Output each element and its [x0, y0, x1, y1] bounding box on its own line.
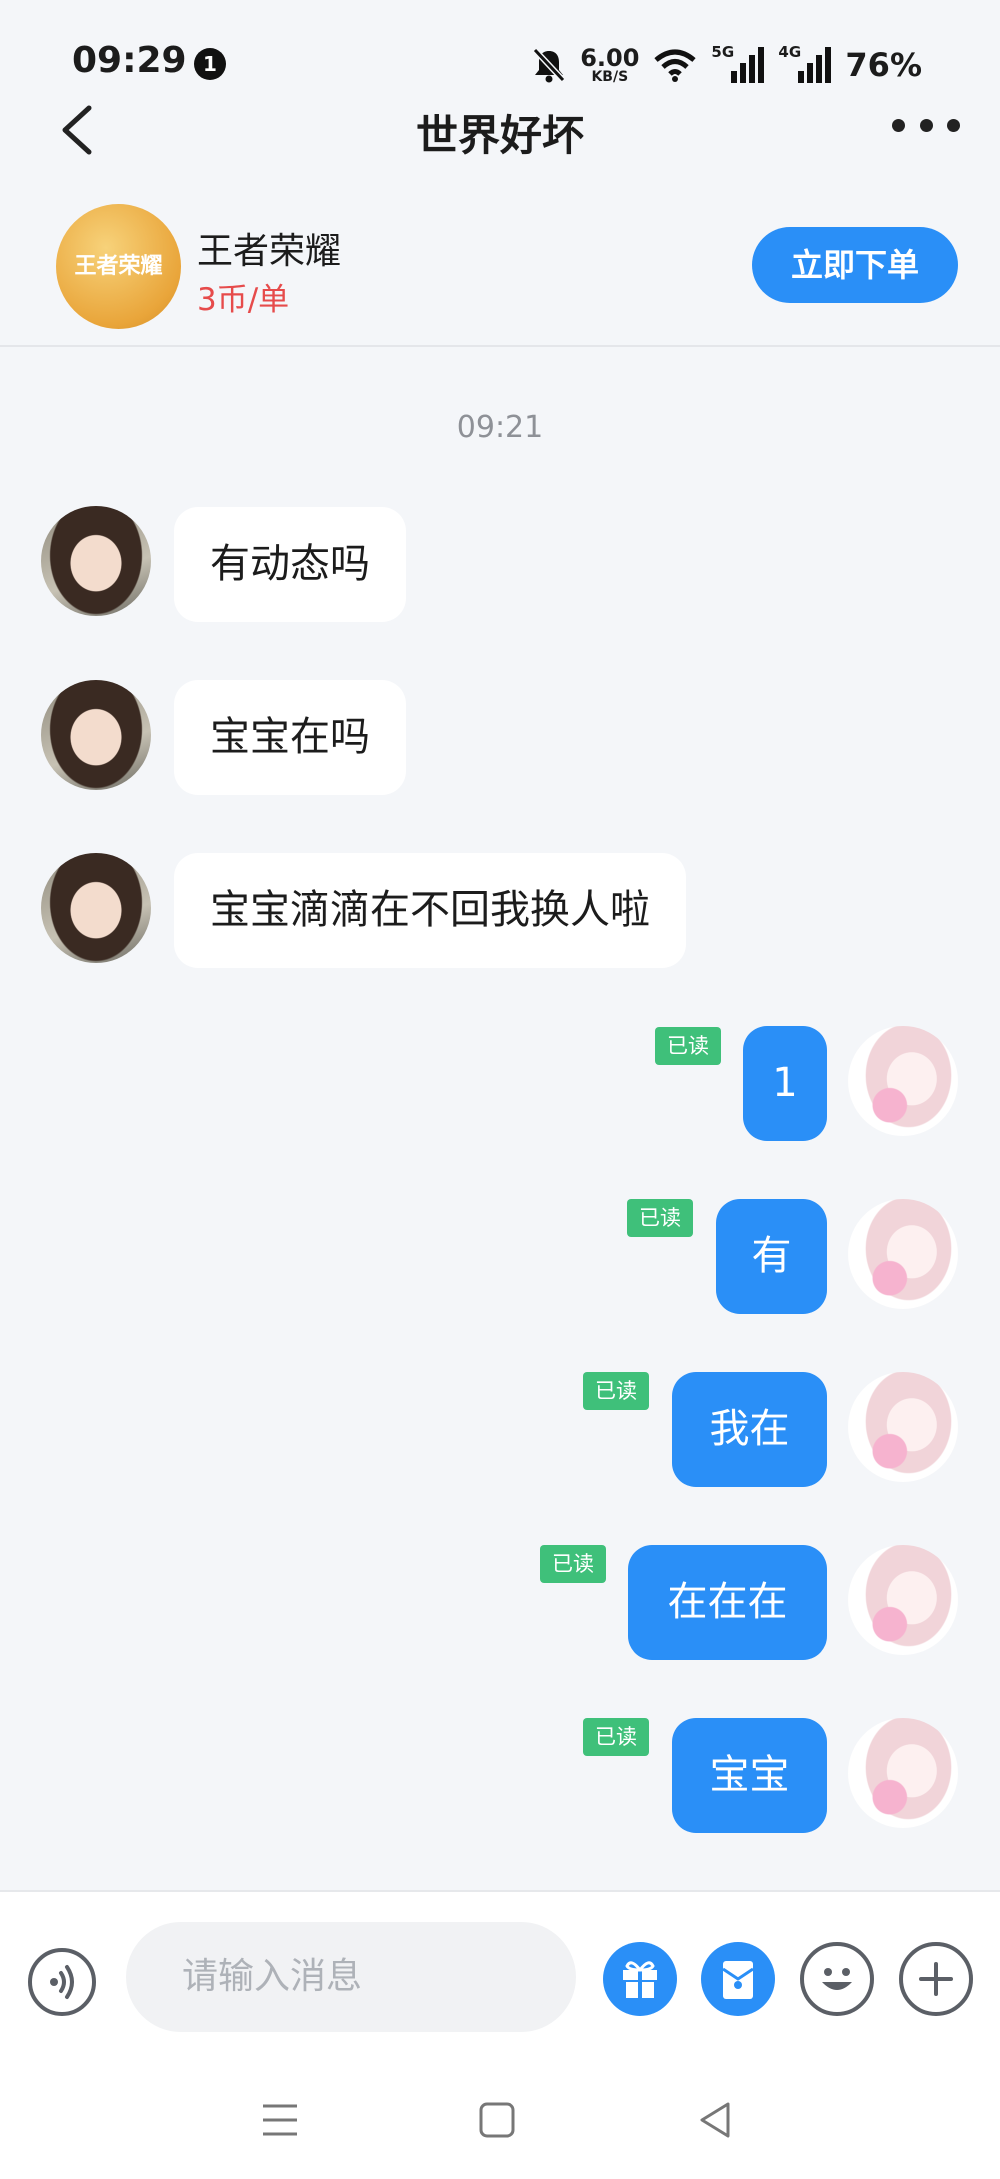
outgoing-message[interactable]: 我在	[672, 1372, 827, 1487]
net-speed-unit: KB/S	[591, 69, 629, 85]
read-status-badge: 已读	[583, 1718, 649, 1756]
outgoing-message[interactable]: 宝宝	[672, 1718, 827, 1833]
my-avatar[interactable]	[848, 1718, 958, 1828]
notification-count-badge: 1	[194, 48, 226, 80]
back-triangle-icon	[700, 2102, 730, 2138]
product-card: 王者荣耀 王者荣耀 3币/单 立即下单	[0, 190, 1000, 347]
my-avatar[interactable]	[848, 1545, 958, 1655]
net-speed-value: 6.00	[580, 44, 640, 72]
more-dot	[947, 118, 960, 132]
contact-avatar[interactable]	[41, 853, 151, 963]
home-button[interactable]	[472, 2096, 522, 2144]
outgoing-message[interactable]: 有	[716, 1199, 827, 1314]
order-now-button[interactable]: 立即下单	[752, 227, 958, 303]
signal-5g-icon: 5G	[711, 43, 765, 83]
emoji-icon	[822, 1968, 852, 1990]
status-time: 09:29	[72, 40, 187, 81]
page-title: 世界好坏	[415, 111, 584, 160]
system-nav-bar	[0, 2060, 1000, 2179]
wifi-icon	[654, 49, 697, 82]
game-price: 3币/单	[197, 282, 290, 318]
menu-icon	[263, 2104, 297, 2136]
gift-icon	[623, 1961, 657, 1998]
plus-icon	[919, 1962, 953, 1996]
game-logo[interactable]: 王者荣耀	[56, 204, 181, 329]
recent-apps-button[interactable]	[255, 2098, 305, 2142]
read-status-badge: 已读	[627, 1199, 693, 1237]
my-avatar[interactable]	[848, 1026, 958, 1136]
voice-icon	[50, 1965, 74, 1999]
contact-avatar[interactable]	[41, 506, 151, 616]
bell-muted-icon	[532, 47, 566, 83]
my-avatar[interactable]	[848, 1372, 958, 1482]
read-status-badge: 已读	[655, 1027, 721, 1065]
chat-timestamp: 09:21	[456, 410, 544, 445]
incoming-message[interactable]: 宝宝在吗	[174, 680, 406, 795]
outgoing-message[interactable]: 1	[743, 1026, 827, 1141]
game-name: 王者荣耀	[197, 231, 342, 272]
more-dot	[919, 118, 933, 132]
voice-button[interactable]	[28, 1948, 96, 2016]
outgoing-message[interactable]: 在在在	[628, 1545, 827, 1660]
incoming-message[interactable]: 宝宝滴滴在不回我换人啦	[174, 853, 686, 968]
battery-level: 76%	[845, 46, 922, 84]
chat-header: 世界好坏	[0, 90, 1000, 168]
status-bar: 09:29 1 6.00 KB/S 5G 4G 76%	[0, 0, 1000, 100]
sim2-tag: 4G	[778, 43, 802, 61]
read-status-badge: 已读	[583, 1372, 649, 1410]
gift-button[interactable]	[603, 1942, 677, 2016]
emoji-button[interactable]	[800, 1942, 874, 2016]
my-avatar[interactable]	[848, 1199, 958, 1309]
message-input[interactable]: 请输入消息	[126, 1922, 576, 2032]
status-icons: 6.00 KB/S 5G 4G 76%	[532, 40, 922, 90]
more-button[interactable]	[892, 112, 960, 138]
contact-avatar[interactable]	[41, 680, 151, 790]
more-actions-button[interactable]	[899, 1942, 973, 2016]
home-square-icon	[479, 2102, 515, 2138]
coupon-icon	[722, 1961, 754, 1999]
incoming-message[interactable]: 有动态吗	[174, 507, 406, 622]
signal-4g-icon: 4G	[778, 43, 832, 83]
input-bar: 请输入消息	[0, 1890, 1000, 2062]
more-dot	[892, 118, 905, 132]
sim1-tag: 5G	[711, 43, 735, 61]
net-speed: 6.00 KB/S	[580, 46, 639, 84]
coupon-button[interactable]	[701, 1942, 775, 2016]
read-status-badge: 已读	[540, 1545, 606, 1583]
system-back-button[interactable]	[690, 2096, 740, 2144]
